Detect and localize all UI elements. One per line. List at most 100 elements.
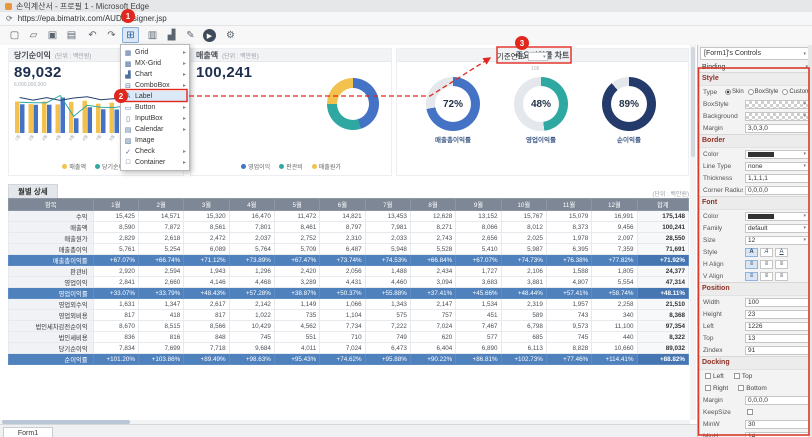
component-palette-menu: ▦Grid▸▩MX-Grid▸▟Chart▸⊟ComboBox▸ALabel▭B… bbox=[120, 44, 190, 171]
monthly-detail-table: 항목1월2월3월4월5월6월7월8월9월10월11월12월합계수익15,4251… bbox=[8, 198, 689, 365]
menu-item-grid[interactable]: ▦Grid▸ bbox=[121, 47, 189, 58]
section-header-position[interactable]: Position bbox=[698, 282, 812, 296]
align-button[interactable]: ≡ bbox=[775, 272, 788, 281]
preview-icon[interactable]: ▥ bbox=[144, 27, 161, 43]
reload-icon[interactable]: ⟳ bbox=[6, 14, 13, 23]
menu-item-label[interactable]: ALabel bbox=[121, 91, 189, 102]
keepsize-checkbox[interactable] bbox=[747, 409, 753, 415]
dock-left-checkbox[interactable]: Left bbox=[705, 373, 724, 380]
save-icon[interactable]: ▣ bbox=[44, 27, 61, 43]
undo-icon[interactable]: ↶ bbox=[84, 27, 101, 43]
chevron-down-icon: ▾ bbox=[803, 51, 806, 57]
v-scroll-thumb[interactable] bbox=[691, 47, 695, 157]
menu-item-calendar[interactable]: ▤Calendar▸ bbox=[121, 124, 189, 135]
binding-row[interactable]: Binding ▾ bbox=[698, 62, 812, 72]
prop-row-h-align: H Align≡≡≡ bbox=[698, 258, 812, 270]
chart-tool-icon[interactable]: ▟ bbox=[163, 27, 180, 43]
component-palette-icon[interactable]: ⊞ bbox=[122, 27, 139, 43]
print-icon[interactable]: ▤ bbox=[63, 27, 80, 43]
menu-item-chart[interactable]: ▟Chart▸ bbox=[121, 69, 189, 80]
menu-item-container[interactable]: □Container▸ bbox=[121, 157, 189, 168]
table-col-header: 12월 bbox=[592, 199, 637, 211]
section-header-border[interactable]: Border bbox=[698, 134, 812, 148]
prop-row-minh: MinH14 bbox=[698, 430, 812, 437]
color-color-picker[interactable]: ▾ bbox=[745, 212, 809, 221]
color-color-picker[interactable]: ▾ bbox=[745, 150, 809, 159]
prop-row-left: Left1226 bbox=[698, 320, 812, 332]
radio-skin[interactable]: Skin bbox=[725, 89, 744, 95]
boxstyle-picker[interactable]: ▾ bbox=[745, 100, 809, 109]
legend-item: 매출원가 bbox=[312, 162, 341, 171]
address-bar[interactable]: ⟳ https://epa.bimatrix.com/AUD/designer.… bbox=[0, 12, 812, 26]
prop-row-margin: Margin3,0,3,0 bbox=[698, 122, 812, 134]
align-button[interactable]: ≡ bbox=[775, 260, 788, 269]
redo-icon[interactable]: ↷ bbox=[103, 27, 120, 43]
width-input[interactable]: 100 bbox=[745, 298, 809, 307]
property-sections: StyleTypeSkinBoxStyleCustomBoxStyle▾Back… bbox=[698, 72, 812, 437]
settings-gear-icon[interactable]: ⚙ bbox=[222, 27, 239, 43]
canvas-vertical-scrollbar[interactable] bbox=[690, 45, 696, 420]
table-col-header: 합계 bbox=[637, 199, 688, 211]
dock-top-checkbox[interactable]: Top bbox=[734, 373, 752, 380]
table-row: 법인세비용83681684874555171074962057768574544… bbox=[9, 332, 689, 343]
margin-input[interactable]: 3,0,3,0 bbox=[745, 124, 809, 133]
menu-item-image[interactable]: ▨Image bbox=[121, 135, 189, 146]
base-year-dropdown[interactable]: ▾ bbox=[528, 52, 548, 61]
minw-input[interactable]: 30 bbox=[745, 420, 809, 429]
run-icon[interactable]: ▶ bbox=[203, 29, 216, 42]
menu-item-mx-grid[interactable]: ▩MX-Grid▸ bbox=[121, 58, 189, 69]
minh-input[interactable]: 14 bbox=[745, 432, 809, 437]
left-input[interactable]: 1226 bbox=[745, 322, 809, 331]
font-style-underline-button[interactable]: A bbox=[775, 248, 788, 257]
corner-radius-input[interactable]: 0,0,0,0 bbox=[745, 186, 809, 195]
net-income-title: 당기순이익 bbox=[14, 50, 51, 61]
form-tab[interactable]: Form1 bbox=[3, 427, 53, 437]
align-button[interactable]: ≡ bbox=[745, 272, 758, 281]
panel-scrollbar[interactable] bbox=[808, 45, 812, 437]
table-row: 매출액8,5907,8728,5617,8018,4618,7977,9818,… bbox=[9, 222, 689, 233]
base-year-tick: 108 bbox=[531, 66, 539, 72]
section-header-docking[interactable]: Docking bbox=[698, 356, 812, 370]
sales-card: 매출액 (단위 : 백만원) 100,241 영업이익판관비매출원가 bbox=[190, 48, 392, 176]
dock-right-checkbox[interactable]: Right bbox=[705, 385, 728, 392]
menu-item-check[interactable]: ✓Check▸ bbox=[121, 146, 189, 157]
background-picker[interactable]: ▾ bbox=[745, 112, 809, 121]
new-document-icon[interactable]: ▢ bbox=[6, 27, 23, 43]
thickness-input[interactable]: 1,1,1,1 bbox=[745, 174, 809, 183]
svg-text:4월: 4월 bbox=[53, 133, 61, 142]
svg-text:3월: 3월 bbox=[40, 133, 48, 142]
menu-item-button[interactable]: ▭Button▸ bbox=[121, 102, 189, 113]
height-input[interactable]: 23 bbox=[745, 310, 809, 319]
dock-bottom-checkbox[interactable]: Bottom bbox=[738, 385, 767, 392]
family-select[interactable]: default▾ bbox=[745, 224, 809, 233]
edit-icon[interactable]: ✎ bbox=[182, 27, 199, 43]
size-select[interactable]: 12▾ bbox=[745, 236, 809, 245]
status-bar: Form1 bbox=[0, 424, 697, 437]
align-button[interactable]: ≡ bbox=[760, 272, 773, 281]
zindex-input[interactable]: 91 bbox=[745, 346, 809, 355]
base-year-control[interactable]: 기준연도 ▾ bbox=[497, 51, 548, 62]
designer-toolbar: ▢▱▣▤↶↷⊞ ▥▟✎ ▶ ⚙ bbox=[0, 26, 812, 46]
section-header-font[interactable]: Font bbox=[698, 196, 812, 210]
table-row: 영업이익2,8412,6604,1464,4683,2894,4314,4603… bbox=[9, 277, 689, 288]
url-text[interactable]: https://epa.bimatrix.com/AUD/designer.js… bbox=[18, 14, 167, 23]
font-style-italic-button[interactable]: A bbox=[760, 248, 773, 257]
top-input[interactable]: 13 bbox=[745, 334, 809, 343]
prop-row-zindex: Zindex91 bbox=[698, 344, 812, 356]
prop-row-color: Color▾ bbox=[698, 148, 812, 160]
line-type-select[interactable]: none▾ bbox=[745, 162, 809, 171]
section-header-style[interactable]: Style bbox=[698, 72, 812, 86]
designer-canvas: 당기순이익 (단위 : 백만원) 89,032 6,000,000,000 1월… bbox=[0, 45, 697, 424]
menu-item-combobox[interactable]: ⊟ComboBox▸ bbox=[121, 80, 189, 91]
radio-boxstyle[interactable]: BoxStyle bbox=[748, 89, 779, 95]
controls-selector[interactable]: [Form1]'s Controls ▾ bbox=[700, 47, 810, 60]
properties-panel: [Form1]'s Controls ▾ Binding ▾ StyleType… bbox=[697, 45, 812, 437]
menu-item-inputbox[interactable]: ▯InputBox▸ bbox=[121, 113, 189, 124]
margin-input[interactable]: 0,0,0,0 bbox=[745, 396, 809, 405]
font-style-bold-button[interactable]: A bbox=[745, 248, 758, 257]
align-button[interactable]: ≡ bbox=[745, 260, 758, 269]
inputbox-icon: ▯ bbox=[124, 115, 132, 123]
align-button[interactable]: ≡ bbox=[760, 260, 773, 269]
open-folder-icon[interactable]: ▱ bbox=[25, 27, 42, 43]
radio-custom[interactable]: Custom bbox=[782, 89, 810, 95]
